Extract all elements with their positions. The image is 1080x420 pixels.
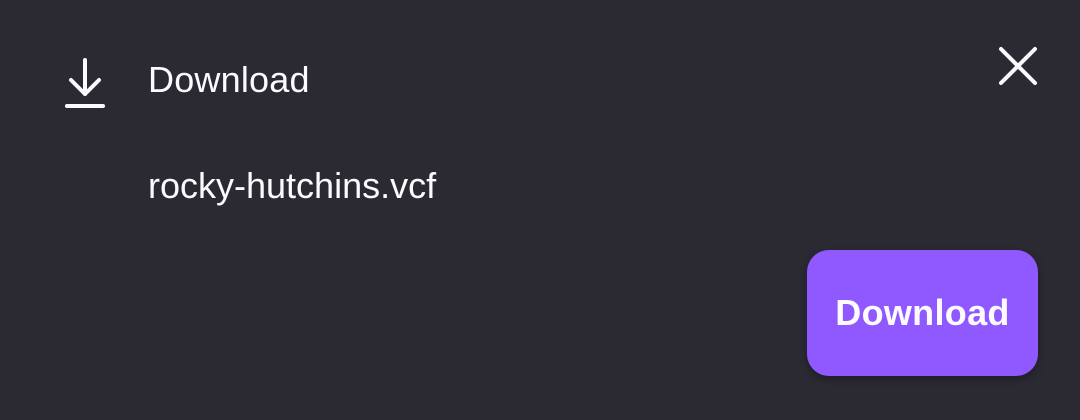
close-icon (999, 47, 1037, 85)
close-button[interactable] (990, 38, 1046, 94)
download-button[interactable]: Download (807, 250, 1038, 376)
download-icon (65, 58, 105, 108)
file-name: rocky-hutchins.vcf (148, 165, 437, 206)
download-dialog: Download rocky-hutchins.vcf Download (0, 0, 1080, 420)
dialog-header: Download (0, 0, 1080, 160)
dialog-title: Download (148, 59, 310, 100)
